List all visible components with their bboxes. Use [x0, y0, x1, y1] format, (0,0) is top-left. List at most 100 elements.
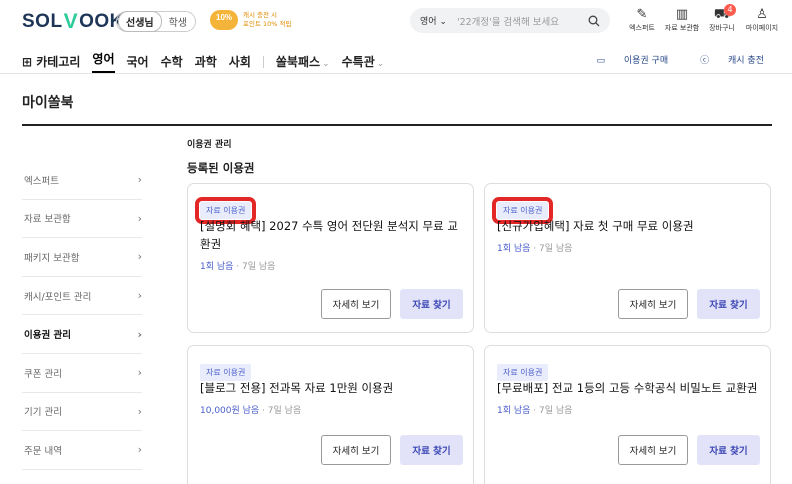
library-link[interactable]: ▥ 자료 보관함: [662, 6, 702, 33]
sidebar-item-expert[interactable]: 엑스퍼트 ›: [22, 161, 142, 200]
mypage-link[interactable]: ♙ 마이페이지: [742, 6, 782, 33]
cash-charge-label: 캐시 충전: [728, 56, 764, 66]
user-icon: ♙: [756, 7, 768, 22]
nav-category[interactable]: ⊞ 카테고리: [22, 53, 80, 70]
chevron-right-icon: ›: [137, 404, 142, 418]
nav-special[interactable]: 수특관 ⌄: [342, 53, 385, 70]
promo-line-1: 캐시 충전 시: [243, 11, 278, 19]
nav-english[interactable]: 영어: [92, 50, 115, 73]
find-material-button[interactable]: 자료 찾기: [400, 289, 463, 319]
cart-icon: ⛟: [713, 7, 731, 22]
nav-pass-label: 쏠북패스: [275, 55, 321, 69]
find-material-button[interactable]: 자료 찾기: [697, 435, 760, 465]
student-toggle[interactable]: 학생: [162, 12, 194, 31]
voucher-card: 자료 이용권 [블로그 전용] 전과목 자료 1만원 이용권 10,000원 남…: [187, 345, 474, 484]
voucher-meta: 10,000원 남음 · 7일 남음: [200, 406, 302, 416]
voucher-days-left: 7일 남음: [267, 406, 302, 416]
sidebar-item-coupon[interactable]: 쿠폰 관리 ›: [22, 354, 142, 393]
solbook-logo[interactable]: SOL V OOK: [22, 10, 124, 34]
nav-korean[interactable]: 국어: [127, 53, 149, 70]
title-divider: [22, 124, 772, 126]
sidebar-item-label: 주문 내역: [24, 445, 62, 457]
promo-text: 캐시 충전 시 포인트 10% 적립: [243, 11, 291, 29]
find-material-button[interactable]: 자료 찾기: [400, 435, 463, 465]
detail-button[interactable]: 자세히 보기: [321, 435, 391, 465]
voucher-title: [설명회 혜택] 2027 수특 영어 전단원 분석지 무료 교환권: [200, 219, 458, 251]
sidebar-item-device[interactable]: 기기 관리 ›: [22, 393, 142, 432]
sidebar-item-label: 캐시/포인트 관리: [24, 291, 92, 303]
voucher-meta: 1회 남음 · 7일 남음: [497, 406, 573, 416]
coin-outline-icon: ⓒ: [700, 56, 710, 66]
voucher-title: [블로그 전용] 전과목 자료 1만원 이용권: [200, 381, 394, 395]
nav-social[interactable]: 사회: [229, 53, 251, 70]
page-title: 마이쏠북: [22, 95, 74, 111]
detail-button[interactable]: 자세히 보기: [321, 289, 391, 319]
voucher-buy-label: 이용권 구매: [623, 56, 669, 66]
voucher-remaining: 1회 남음: [200, 262, 234, 272]
search-icon[interactable]: [588, 15, 600, 27]
voucher-remaining: 10,000원 남음: [200, 406, 260, 416]
detail-button[interactable]: 자세히 보기: [618, 289, 688, 319]
sidebar-item-voucher[interactable]: 이용권 관리 ›: [22, 315, 142, 354]
search-input[interactable]: '22개정'을 검색해 보세요: [457, 14, 588, 28]
voucher-remaining: 1회 남음: [497, 244, 531, 254]
chevron-right-icon: ›: [137, 250, 142, 264]
chevron-down-icon: ⌄: [376, 59, 385, 69]
section-label: 이용권 관리: [187, 140, 232, 150]
voucher-days-left: 7일 남음: [242, 262, 276, 272]
nav-category-label: 카테고리: [36, 55, 81, 69]
expert-label: 엑스퍼트: [629, 24, 655, 32]
voucher-remaining: 1회 남음: [497, 406, 531, 416]
find-material-button[interactable]: 자료 찾기: [697, 289, 760, 319]
nav-math[interactable]: 수학: [161, 53, 183, 70]
voucher-card: 자료 이용권 [신규가입혜택] 자료 첫 구매 무료 이용권 1회 남음 · 7…: [484, 183, 771, 333]
teacher-toggle[interactable]: 선생님: [118, 11, 162, 32]
nav-science[interactable]: 과학: [195, 53, 217, 70]
sidebar-item-label: 자료 보관함: [24, 214, 71, 226]
voucher-card: 자료 이용권 [설명회 혜택] 2027 수특 영어 전단원 분석지 무료 교환…: [187, 183, 474, 333]
cash-charge-link[interactable]: ⓒ 캐시 충전: [684, 53, 764, 66]
expert-link[interactable]: ✎ 엑스퍼트: [622, 6, 662, 33]
pen-icon: ✎: [636, 7, 648, 22]
cart-label: 장바구니: [709, 24, 735, 32]
sidebar-item-label: 패키지 보관함: [24, 252, 80, 264]
voucher-title: [무료배포] 전교 1등의 고등 수학공식 비밀노트 교환권: [497, 381, 758, 395]
voucher-title: [신규가입혜택] 자료 첫 구매 무료 이용권: [497, 219, 694, 233]
search-bar[interactable]: 영어 ⌄ '22개정'을 검색해 보세요: [410, 8, 610, 33]
voucher-meta: 1회 남음 · 7일 남음: [497, 244, 573, 254]
voucher-days-left: 7일 남음: [539, 406, 573, 416]
sidebar-item-library[interactable]: 자료 보관함 ›: [22, 200, 142, 239]
chevron-right-icon: ›: [137, 443, 142, 457]
chevron-right-icon: ›: [137, 327, 142, 341]
chevron-right-icon: ›: [137, 173, 142, 187]
sidebar-item-cash[interactable]: 캐시/포인트 관리 ›: [22, 277, 142, 316]
chevron-right-icon: ›: [137, 289, 142, 303]
detail-button[interactable]: 자세히 보기: [618, 435, 688, 465]
subject-select[interactable]: 영어 ⌄: [420, 14, 447, 27]
promo-line-2: 포인트 10% 적립: [243, 20, 292, 28]
main-nav: ⊞ 카테고리 영어 국어 수학 과학 사회 쏠북패스 ⌄ 수특관 ⌄ ▭ 이용권 구…: [0, 44, 792, 74]
cart-count-badge: 4: [724, 4, 736, 16]
header-icon-group: ✎ 엑스퍼트 ▥ 자료 보관함 ⛟ 4 장바구니 ♙ 마이페이지: [622, 4, 782, 33]
library-label: 자료 보관함: [664, 24, 700, 32]
sidebar-item-package[interactable]: 패키지 보관함 ›: [22, 238, 142, 277]
sidebar: 엑스퍼트 › 자료 보관함 › 패키지 보관함 › 캐시/포인트 관리 › 이용권 관리…: [22, 161, 142, 470]
voucher-card: 자료 이용권 [무료배포] 전교 1등의 고등 수학공식 비밀노트 교환권 1회…: [484, 345, 771, 484]
cash-promo-banner[interactable]: 캐시 충전 시 포인트 10% 적립: [210, 10, 291, 30]
sidebar-item-label: 엑스퍼트: [24, 175, 59, 187]
logo-v-mark: V: [63, 10, 79, 33]
books-icon: ▥: [675, 7, 689, 22]
nav-pass[interactable]: 쏠북패스 ⌄: [276, 53, 330, 70]
ticket-icon: ▭: [596, 56, 605, 66]
sidebar-item-orders[interactable]: 주문 내역 ›: [22, 431, 142, 470]
role-toggle: 선생님 학생: [116, 11, 197, 32]
voucher-buy-link[interactable]: ▭ 이용권 구매: [580, 53, 668, 66]
nav-divider: [262, 55, 264, 68]
logo-text-left: SOL: [22, 11, 63, 32]
cart-link[interactable]: ⛟ 4 장바구니: [702, 4, 742, 33]
chevron-right-icon: ›: [137, 211, 142, 225]
sidebar-item-label: 기기 관리: [24, 407, 62, 419]
mypage-label: 마이페이지: [745, 24, 779, 32]
section-title: 등록된 이용권: [187, 161, 255, 175]
chevron-down-icon: ⌄: [322, 59, 330, 69]
